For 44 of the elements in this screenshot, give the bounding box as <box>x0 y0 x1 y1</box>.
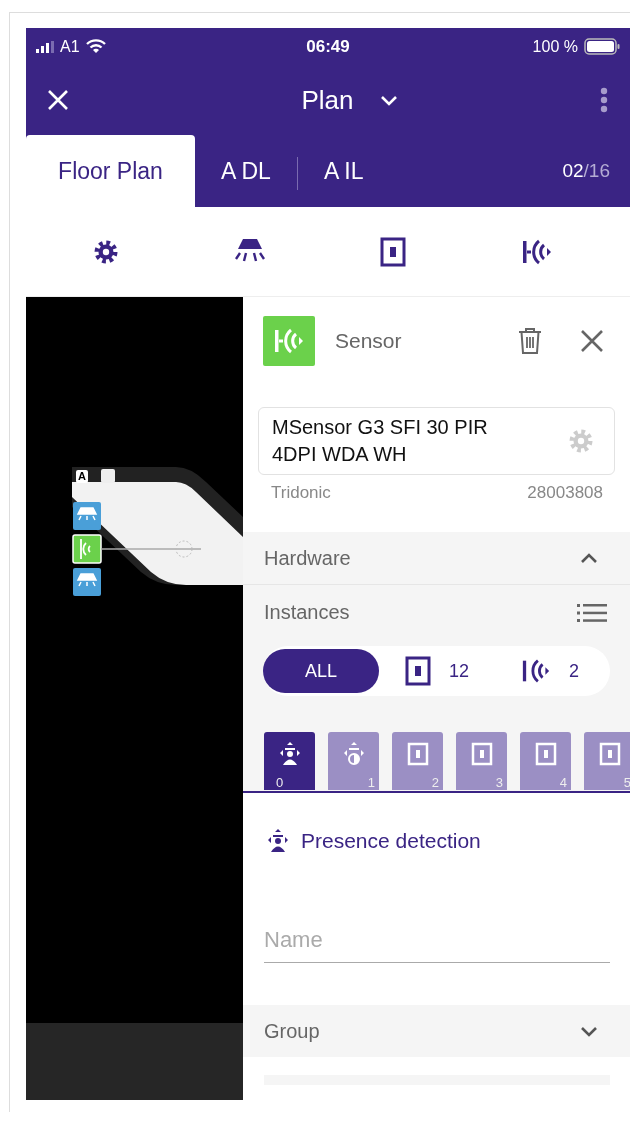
instances-title: Instances <box>264 601 350 625</box>
clock-time: 06:49 <box>306 36 350 57</box>
switch-icon <box>405 656 431 686</box>
plan-tab[interactable]: A DL <box>195 135 297 207</box>
page-counter: 02/16 <box>562 160 611 182</box>
close-icon[interactable] <box>580 329 604 353</box>
switch-icon[interactable] <box>380 236 407 267</box>
plan-tab[interactable]: A IL <box>297 135 390 207</box>
sensor-filter[interactable]: 2 <box>495 649 606 693</box>
presence-icon <box>278 741 301 766</box>
group-section-header[interactable]: Group <box>243 1005 630 1057</box>
all-filter[interactable]: ALL <box>263 649 379 693</box>
light-sensor-icon <box>342 741 365 766</box>
screen-title[interactable]: Plan <box>301 84 354 116</box>
presence-icon <box>267 829 289 853</box>
sensor-icon <box>521 657 552 685</box>
chevron-up-icon[interactable] <box>580 552 598 564</box>
plan-tab[interactable]: Floor Plan <box>26 135 195 207</box>
switch-icon <box>406 741 429 766</box>
switch-filter[interactable]: 12 <box>379 649 496 693</box>
signal-icon <box>36 40 54 53</box>
switch-icon <box>598 741 621 766</box>
battery-icon <box>584 38 620 55</box>
chevron-down-icon[interactable] <box>580 1025 598 1037</box>
hardware-section-header[interactable]: Hardware <box>243 532 630 585</box>
sensor-type-icon <box>263 316 315 366</box>
manufacturer-name: Tridonic <box>271 483 331 504</box>
area-badge: A <box>76 470 88 483</box>
switch-icon <box>534 741 557 766</box>
trash-icon[interactable] <box>518 327 542 355</box>
floor-plan-canvas[interactable]: A <box>26 297 243 1100</box>
detail-title: Presence detection <box>301 829 481 853</box>
wifi-icon <box>85 39 106 54</box>
settings-icon[interactable] <box>93 238 120 265</box>
device-type-label: Sensor <box>335 329 403 353</box>
battery-percent: 100 % <box>532 37 578 56</box>
more-menu-icon[interactable] <box>600 87 608 113</box>
carrier-name: A1 <box>60 37 80 56</box>
product-field[interactable]: MSensor G3 SFI 30 PIR 4DPI WDA WH <box>258 407 615 475</box>
instance-tab[interactable]: 0 <box>264 731 315 790</box>
article-number: 28003808 <box>527 483 603 504</box>
sensor-icon[interactable] <box>520 237 553 266</box>
switch-icon <box>470 741 493 766</box>
list-icon[interactable] <box>577 602 607 623</box>
